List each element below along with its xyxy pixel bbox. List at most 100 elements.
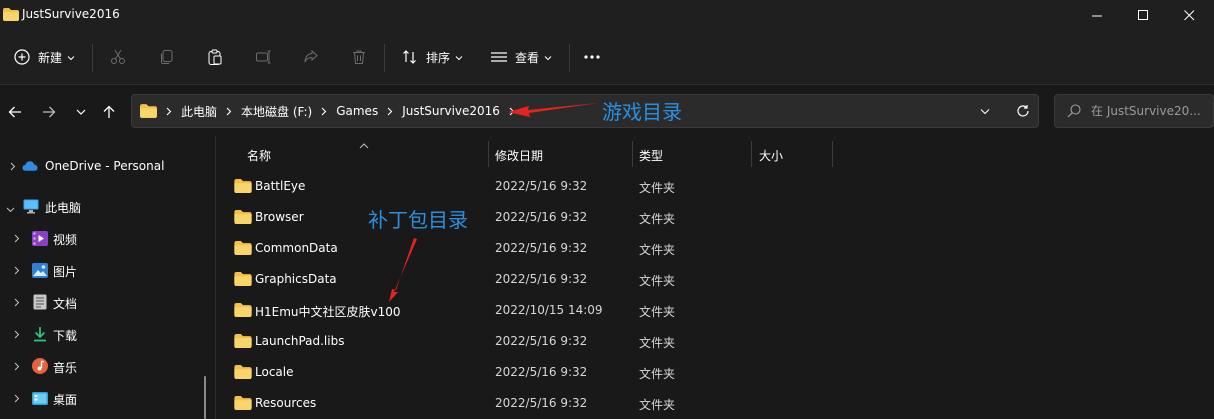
file-type: 文件夹 xyxy=(639,212,676,226)
chevron-right-icon[interactable] xyxy=(10,160,16,174)
table-row[interactable]: GraphicsData 2022/5/16 9:32 文件夹 xyxy=(226,264,926,294)
breadcrumb-this-pc[interactable]: 此电脑 xyxy=(181,103,217,120)
folder-icon xyxy=(234,241,252,255)
rename-button[interactable] xyxy=(255,42,271,72)
close-icon xyxy=(1183,9,1194,20)
search-box[interactable] xyxy=(1054,94,1214,128)
more-options-button[interactable] xyxy=(583,42,601,72)
column-divider[interactable] xyxy=(751,141,752,167)
chevron-right-icon[interactable] xyxy=(509,107,515,116)
address-history-button[interactable] xyxy=(970,95,1000,127)
file-modified: 2022/5/16 9:32 xyxy=(495,365,588,379)
file-name: H1Emu中文社区皮肤v100 xyxy=(255,305,401,319)
column-header-type[interactable]: 类型 xyxy=(639,143,663,167)
minimize-icon xyxy=(1091,15,1102,16)
search-input[interactable] xyxy=(1085,95,1214,127)
sidebar-item-label: OneDrive - Personal xyxy=(45,159,165,173)
table-row[interactable]: Browser 2022/5/16 9:32 文件夹 xyxy=(226,202,926,232)
table-row[interactable]: H1Emu中文社区皮肤v100 2022/10/15 14:09 文件夹 xyxy=(226,295,926,325)
minimize-button[interactable] xyxy=(1074,0,1120,30)
sort-ascending-icon xyxy=(359,138,369,152)
table-row[interactable]: Resources 2022/5/16 9:32 文件夹 xyxy=(226,388,926,418)
paste-button[interactable] xyxy=(207,42,223,72)
chevron-right-icon[interactable] xyxy=(14,328,20,342)
sidebar-item-videos[interactable]: 视频 xyxy=(0,224,210,252)
chevron-right-icon[interactable] xyxy=(14,232,20,246)
sidebar-item-label: 文档 xyxy=(53,297,78,311)
up-button[interactable] xyxy=(98,101,120,123)
column-header-name[interactable]: 名称 xyxy=(247,143,271,167)
forward-button[interactable] xyxy=(38,101,60,123)
annotation-game-dir: 游戏目录 xyxy=(602,100,682,124)
file-modified: 2022/5/16 9:32 xyxy=(495,210,588,224)
copy-button[interactable] xyxy=(159,42,175,72)
sidebar-item-onedrive[interactable]: OneDrive - Personal xyxy=(0,152,210,180)
desktop-icon xyxy=(32,390,48,406)
file-type: 文件夹 xyxy=(639,274,676,288)
chevron-right-icon[interactable] xyxy=(14,360,20,374)
table-row[interactable]: BattlEye 2022/5/16 9:32 文件夹 xyxy=(226,171,926,201)
back-button[interactable] xyxy=(4,101,26,123)
close-button[interactable] xyxy=(1166,0,1212,30)
file-type: 文件夹 xyxy=(639,367,676,381)
column-divider[interactable] xyxy=(832,141,833,167)
sort-icon xyxy=(403,50,416,64)
share-button[interactable] xyxy=(303,42,319,72)
chevron-down-icon[interactable] xyxy=(6,202,15,216)
file-name: CommonData xyxy=(255,241,338,255)
sidebar-item-music[interactable]: 音乐 xyxy=(0,352,210,380)
file-name: Locale xyxy=(255,365,294,379)
sidebar-item-documents[interactable]: 文档 xyxy=(0,288,210,316)
file-name: Browser xyxy=(255,210,304,224)
copy-icon xyxy=(161,50,173,64)
chevron-right-icon[interactable] xyxy=(14,264,20,278)
file-name: LaunchPad.libs xyxy=(255,334,345,348)
sidebar-item-pictures[interactable]: 图片 xyxy=(0,256,210,284)
sidebar-item-this-pc[interactable]: 此电脑 xyxy=(0,192,210,220)
toolbar-divider xyxy=(384,44,385,72)
list-view-icon xyxy=(491,52,507,62)
folder-icon xyxy=(234,272,252,286)
scissors-icon xyxy=(111,49,125,64)
navigation-pane: OneDrive - Personal 此电脑 视频 图片 文档 下载 音乐 桌… xyxy=(0,136,216,419)
column-header-modified[interactable]: 修改日期 xyxy=(495,143,543,167)
file-modified: 2022/5/16 9:32 xyxy=(495,241,588,255)
arrow-up-icon xyxy=(103,105,115,118)
search-icon xyxy=(1067,104,1081,118)
recent-locations-button[interactable] xyxy=(70,101,92,123)
command-bar: 新建 排序 查看 xyxy=(0,30,1214,85)
document-icon xyxy=(32,294,48,310)
rename-icon xyxy=(256,50,271,64)
sort-button[interactable]: 排序 xyxy=(402,42,463,72)
breadcrumb-current-folder[interactable]: JustSurvive2016 xyxy=(402,104,500,118)
breadcrumb-local-disk[interactable]: 本地磁盘 (F:) xyxy=(241,103,312,120)
sidebar-scrollbar[interactable] xyxy=(204,376,206,419)
new-button-label: 新建 xyxy=(38,50,63,65)
chevron-right-icon[interactable] xyxy=(14,296,20,310)
table-row[interactable]: CommonData 2022/5/16 9:32 文件夹 xyxy=(226,233,926,263)
chevron-right-icon xyxy=(166,107,172,116)
view-button[interactable]: 查看 xyxy=(490,42,552,72)
sidebar-item-downloads[interactable]: 下载 xyxy=(0,320,210,348)
chevron-right-icon xyxy=(387,107,393,116)
file-type: 文件夹 xyxy=(639,181,676,195)
column-header-size[interactable]: 大小 xyxy=(759,143,783,167)
maximize-button[interactable] xyxy=(1120,0,1166,30)
chevron-right-icon[interactable] xyxy=(14,392,20,406)
cut-button[interactable] xyxy=(110,42,126,72)
refresh-button[interactable] xyxy=(1008,95,1038,127)
file-modified: 2022/10/15 14:09 xyxy=(495,303,603,317)
new-button[interactable]: 新建 xyxy=(14,42,75,72)
sidebar-item-desktop[interactable]: 桌面 xyxy=(0,384,210,412)
breadcrumb-games[interactable]: Games xyxy=(336,104,378,118)
column-divider[interactable] xyxy=(632,141,633,167)
arrow-left-icon xyxy=(8,106,21,118)
delete-button[interactable] xyxy=(351,42,367,72)
folder-icon xyxy=(140,104,157,118)
address-bar[interactable]: 此电脑 本地磁盘 (F:) Games JustSurvive2016 xyxy=(131,94,1039,128)
file-name: GraphicsData xyxy=(255,272,337,286)
table-row[interactable]: LaunchPad.libs 2022/5/16 9:32 文件夹 xyxy=(226,326,926,356)
column-divider[interactable] xyxy=(488,141,489,167)
more-icon xyxy=(584,55,600,59)
table-row[interactable]: Locale 2022/5/16 9:32 文件夹 xyxy=(226,357,926,387)
